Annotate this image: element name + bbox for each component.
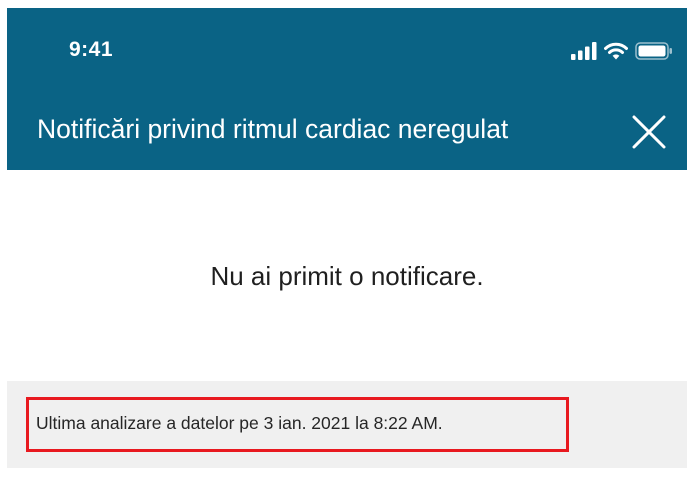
no-notification-message: Nu ai primit o notificare.	[210, 261, 484, 291]
status-time: 9:41	[69, 38, 114, 61]
app-screen: 9:41 Notificări privind ritmul cardiac n…	[7, 8, 687, 495]
battery-icon	[635, 42, 672, 60]
last-analysis-text: Ultima analizare a datelor pe 3 ian. 202…	[36, 413, 443, 433]
signal-icon	[571, 42, 597, 60]
page-title: Notificări privind ritmul cardiac neregu…	[37, 114, 509, 144]
wifi-icon	[604, 42, 628, 60]
status-icons	[571, 40, 673, 62]
close-button[interactable]	[629, 112, 669, 152]
close-icon[interactable]	[629, 112, 669, 152]
header-bar: 9:41 Notificări privind ritmul cardiac n…	[7, 8, 687, 170]
